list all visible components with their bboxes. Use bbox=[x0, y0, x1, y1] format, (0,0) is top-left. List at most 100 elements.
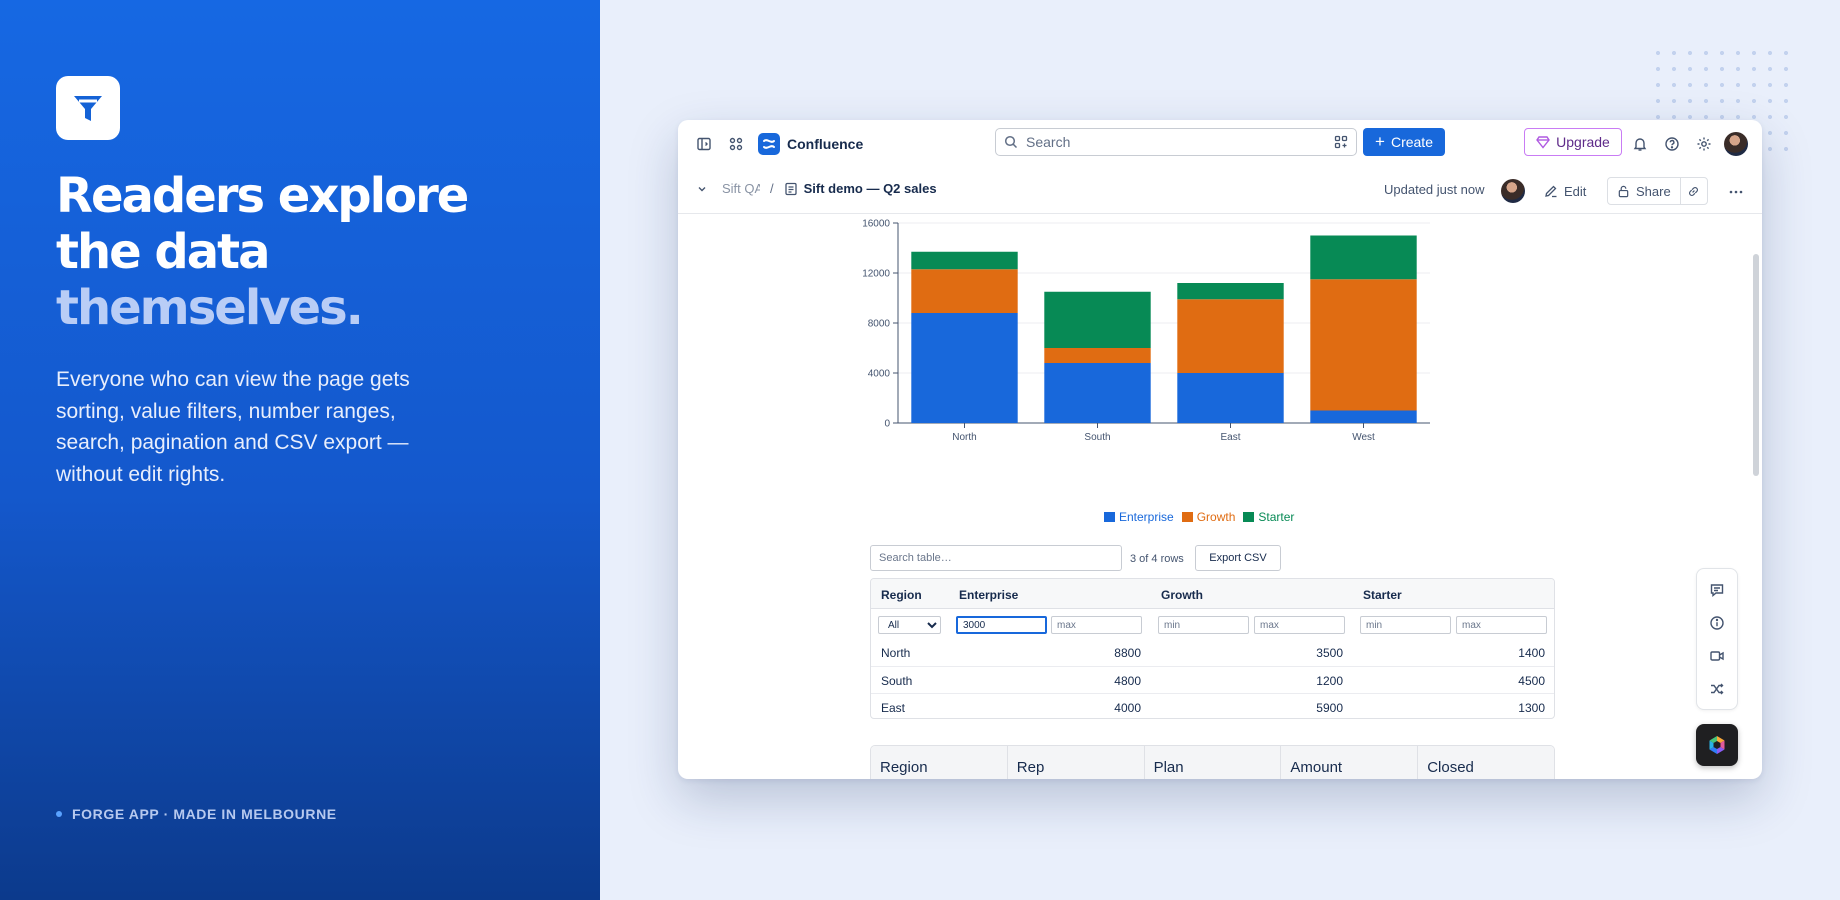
enterprise-min-input[interactable] bbox=[956, 616, 1047, 634]
legend-item[interactable]: Growth bbox=[1181, 510, 1235, 524]
edit-label: Edit bbox=[1564, 183, 1587, 199]
bar-segment-starter bbox=[1177, 283, 1284, 300]
legend-swatch bbox=[1181, 512, 1193, 522]
search-icon bbox=[1004, 135, 1018, 149]
share-button[interactable]: Share bbox=[1608, 178, 1681, 204]
legend-item[interactable]: Starter bbox=[1243, 510, 1294, 524]
legend-label: Enterprise bbox=[1119, 510, 1174, 524]
plus-icon: + bbox=[1375, 132, 1385, 151]
column-header-starter[interactable]: Starter bbox=[1363, 588, 1402, 602]
confluence-logo-icon bbox=[758, 133, 780, 155]
upgrade-button[interactable]: Upgrade bbox=[1524, 128, 1622, 156]
column-header-plan[interactable]: Plan bbox=[1145, 746, 1282, 779]
x-tick-label: North bbox=[952, 432, 976, 443]
table-row[interactable]: South 4800 1200 4500 bbox=[871, 666, 1554, 693]
diamond-icon bbox=[1536, 136, 1551, 149]
column-header-region[interactable]: Region bbox=[871, 746, 1008, 779]
column-header-amount[interactable]: Amount bbox=[1281, 746, 1419, 779]
stacked-bar-chart: 0 4000 8000 12000 16000 North South East West bbox=[862, 219, 1430, 443]
y-tick-label: 12000 bbox=[862, 269, 890, 280]
x-tick-label: West bbox=[1352, 432, 1375, 443]
column-header-closed[interactable]: Closed bbox=[1418, 746, 1554, 779]
updated-status: Updated just now bbox=[1384, 182, 1485, 197]
legend-item[interactable]: Enterprise bbox=[1104, 510, 1174, 524]
share-group: Share bbox=[1607, 177, 1708, 205]
cell-region: South bbox=[881, 674, 913, 688]
cell-region: East bbox=[881, 701, 906, 715]
user-avatar[interactable] bbox=[1724, 132, 1748, 156]
cell-enterprise: 4800 bbox=[1114, 674, 1141, 688]
breadcrumb-space[interactable]: Sift QA bbox=[722, 181, 760, 196]
column-header-enterprise[interactable]: Enterprise bbox=[959, 588, 1018, 602]
confluence-window: Confluence Search + Create Upgrade Sift … bbox=[678, 120, 1762, 779]
bullet-dot-icon bbox=[56, 811, 62, 817]
bar-segment-starter bbox=[1310, 235, 1417, 280]
table-row[interactable]: North 8800 3500 1400 bbox=[871, 639, 1554, 666]
hero-title: Readers explore the data themselves. bbox=[56, 168, 556, 336]
comment-icon[interactable] bbox=[1703, 576, 1731, 604]
cell-enterprise: 8800 bbox=[1114, 646, 1141, 660]
data-table: Region Enterprise Growth Starter All Nor… bbox=[870, 578, 1555, 719]
app-switcher-icon[interactable] bbox=[722, 130, 750, 158]
hero-panel: Readers explore the data themselves. Eve… bbox=[0, 0, 600, 900]
create-button[interactable]: + Create bbox=[1363, 128, 1445, 156]
table-row[interactable]: East 4000 5900 1300 bbox=[871, 693, 1554, 718]
bar-segment-growth bbox=[911, 269, 1018, 313]
rovo-grid-icon[interactable] bbox=[1334, 135, 1348, 149]
help-icon[interactable] bbox=[1658, 130, 1686, 158]
rows-count: 3 of 4 rows bbox=[1130, 553, 1184, 565]
y-tick-label: 8000 bbox=[868, 319, 891, 330]
bar-segment-enterprise bbox=[911, 313, 1018, 423]
breadcrumb-page[interactable]: Sift demo — Q2 sales bbox=[784, 181, 937, 196]
shuffle-icon[interactable] bbox=[1703, 675, 1731, 703]
cell-enterprise: 4000 bbox=[1114, 701, 1141, 715]
share-label: Share bbox=[1636, 183, 1671, 199]
x-tick-label: East bbox=[1220, 432, 1240, 443]
video-icon[interactable] bbox=[1703, 642, 1731, 670]
author-avatar[interactable] bbox=[1501, 179, 1525, 203]
chevron-down-icon[interactable] bbox=[696, 183, 708, 195]
global-search[interactable]: Search bbox=[995, 128, 1357, 156]
edit-button[interactable]: Edit bbox=[1544, 178, 1586, 204]
bar-segment-starter bbox=[911, 251, 1018, 270]
starter-max-input[interactable] bbox=[1456, 616, 1547, 634]
sidebar-toggle-icon[interactable] bbox=[690, 130, 718, 158]
notifications-bell-icon[interactable] bbox=[1626, 130, 1654, 158]
more-actions-icon[interactable] bbox=[1722, 178, 1750, 206]
bar-segment-growth bbox=[1310, 279, 1417, 411]
table-search-input[interactable] bbox=[870, 545, 1122, 571]
column-header-region[interactable]: Region bbox=[881, 588, 922, 602]
hero-title-line: the data bbox=[56, 224, 270, 280]
export-csv-button[interactable]: Export CSV bbox=[1195, 545, 1281, 571]
y-tick-label: 4000 bbox=[868, 369, 891, 380]
bar-segment-enterprise bbox=[1310, 410, 1417, 423]
info-icon[interactable] bbox=[1703, 609, 1731, 637]
growth-min-input[interactable] bbox=[1158, 616, 1249, 634]
cell-starter: 1400 bbox=[1518, 646, 1545, 660]
region-filter-select[interactable]: All bbox=[878, 616, 941, 634]
bar-segment-enterprise bbox=[1177, 373, 1284, 423]
column-header-growth[interactable]: Growth bbox=[1161, 588, 1203, 602]
enterprise-max-input[interactable] bbox=[1051, 616, 1142, 634]
lock-open-icon bbox=[1618, 185, 1629, 197]
confluence-brand[interactable]: Confluence bbox=[758, 133, 863, 155]
starter-min-input[interactable] bbox=[1360, 616, 1451, 634]
cell-growth: 1200 bbox=[1316, 674, 1343, 688]
breadcrumb: Sift QA / Sift demo — Q2 sales bbox=[696, 181, 937, 196]
funnel-icon bbox=[74, 96, 102, 121]
hero-title-line: Readers explore bbox=[56, 168, 469, 224]
settings-gear-icon[interactable] bbox=[1690, 130, 1718, 158]
rovo-hexagon-icon bbox=[1709, 736, 1725, 754]
hero-title-line: themselves. bbox=[56, 280, 364, 336]
hero-footer: FORGE APP · MADE IN MELBOURNE bbox=[56, 806, 337, 822]
deals-table-header: Region Rep Plan Amount Closed bbox=[871, 746, 1554, 779]
growth-max-input[interactable] bbox=[1254, 616, 1345, 634]
page-title: Sift demo — Q2 sales bbox=[803, 181, 937, 196]
rovo-ai-button[interactable] bbox=[1696, 724, 1738, 766]
deals-table: Region Rep Plan Amount Closed bbox=[870, 745, 1555, 779]
cell-starter: 1300 bbox=[1518, 701, 1545, 715]
copy-link-icon[interactable] bbox=[1681, 178, 1707, 204]
scrollbar-thumb[interactable] bbox=[1753, 254, 1759, 476]
column-header-rep[interactable]: Rep bbox=[1008, 746, 1145, 779]
sift-logo bbox=[56, 76, 120, 140]
